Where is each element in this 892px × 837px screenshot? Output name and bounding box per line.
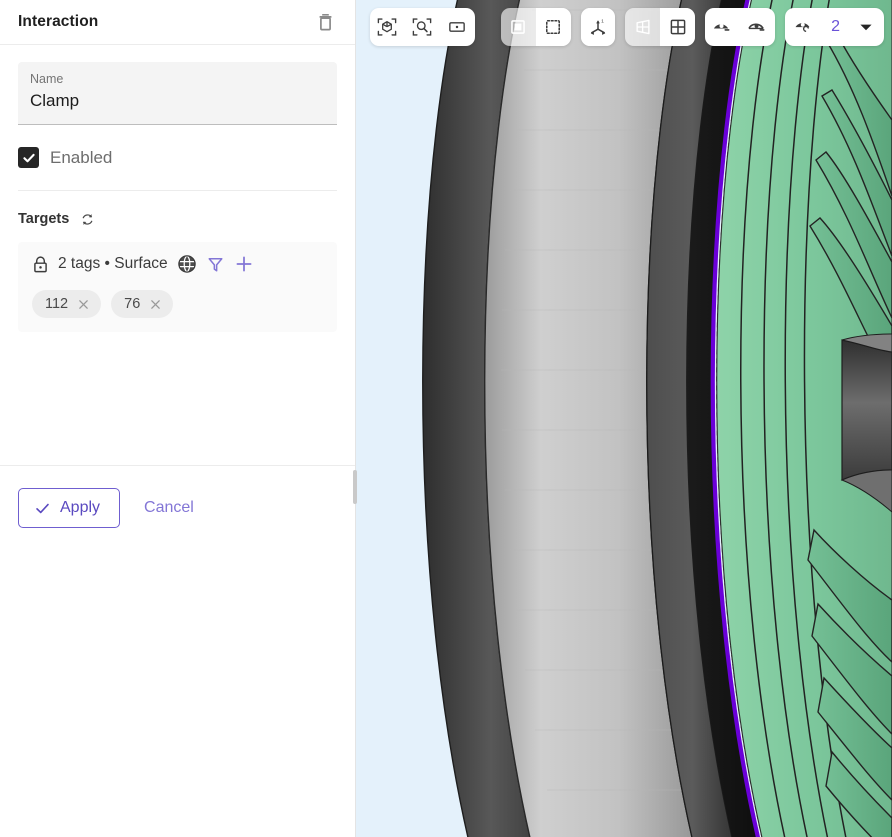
apply-button[interactable]: Apply bbox=[18, 488, 121, 528]
panel-body: Name Enabled Targets bbox=[0, 45, 355, 399]
solid-square-icon bbox=[511, 20, 526, 34]
3d-viewport[interactable]: 1 2 bbox=[356, 0, 892, 837]
interaction-panel: Interaction Name Clamp Enabled Targets 2… bbox=[0, 0, 357, 837]
close-icon bbox=[78, 299, 88, 309]
targets-header: Targets bbox=[18, 209, 337, 229]
chip-remove-button[interactable] bbox=[76, 297, 90, 311]
magnifier-frame-icon bbox=[413, 18, 432, 36]
cad-model-svg bbox=[356, 0, 892, 837]
target-chip-list: 112 76 bbox=[32, 290, 323, 318]
name-input[interactable] bbox=[30, 88, 325, 114]
dashed-square-icon bbox=[546, 19, 561, 35]
chip-remove-button[interactable] bbox=[148, 297, 162, 311]
panel-empty-space bbox=[0, 550, 355, 837]
axes-gizmo-button[interactable]: 1 bbox=[580, 8, 616, 46]
toolbar-group-layout-tools bbox=[625, 8, 696, 46]
name-field-wrap: Name bbox=[18, 62, 337, 125]
toolbar-group-axis-tools: 1 bbox=[580, 8, 616, 46]
view-level-icon-button[interactable] bbox=[785, 8, 825, 46]
hub-shaft bbox=[841, 339, 892, 481]
eye-icon bbox=[713, 23, 730, 31]
perspective-grid-icon bbox=[636, 19, 650, 35]
toolbar-group-selection-mode bbox=[500, 8, 571, 46]
fit-to-screen-button[interactable] bbox=[440, 8, 475, 46]
quad-grid-icon bbox=[670, 19, 686, 35]
name-field-label: Name bbox=[30, 72, 64, 86]
check-icon bbox=[22, 153, 35, 162]
delete-interaction-button[interactable] bbox=[311, 8, 339, 36]
fit-to-object-button[interactable] bbox=[370, 8, 405, 46]
hide-all-button[interactable] bbox=[740, 8, 775, 46]
lock-icon bbox=[34, 255, 47, 272]
enabled-checkbox-row[interactable]: Enabled bbox=[18, 147, 112, 168]
refresh-icon bbox=[82, 213, 93, 225]
panel-resize-handle[interactable] bbox=[353, 470, 357, 504]
close-icon bbox=[150, 299, 160, 309]
apply-button-label: Apply bbox=[60, 499, 101, 516]
target-chip[interactable]: 112 bbox=[32, 290, 102, 318]
targets-refresh-button[interactable] bbox=[77, 209, 97, 229]
cancel-button-label: Cancel bbox=[144, 499, 194, 516]
targets-filter-button[interactable] bbox=[206, 255, 225, 274]
globe-icon bbox=[177, 255, 196, 273]
cad-model-render bbox=[356, 0, 892, 837]
axes-icon: 1 bbox=[590, 19, 606, 35]
chevron-down-icon bbox=[860, 24, 872, 31]
box-select-dashed-button[interactable] bbox=[535, 8, 571, 46]
panel-header: Interaction bbox=[0, 0, 355, 45]
check-icon bbox=[36, 503, 49, 513]
name-field[interactable]: Name bbox=[18, 62, 337, 125]
toolbar-group-view-tools bbox=[370, 8, 475, 46]
view-level-value[interactable]: 2 bbox=[825, 18, 852, 36]
targets-lock-button[interactable] bbox=[32, 255, 49, 274]
chip-label: 112 bbox=[45, 296, 69, 312]
view-level-dropdown-button[interactable] bbox=[852, 8, 880, 46]
cube-frame-icon bbox=[378, 18, 397, 36]
zoom-to-selection-button[interactable] bbox=[405, 8, 440, 46]
box-select-solid-button[interactable] bbox=[501, 8, 536, 46]
targets-card: 2 tags • Surface 112 76 bbox=[18, 242, 337, 332]
target-chip[interactable]: 76 bbox=[111, 290, 174, 318]
targets-scope-button[interactable] bbox=[177, 254, 197, 274]
quad-grid-button[interactable] bbox=[660, 8, 696, 46]
chip-label: 76 bbox=[124, 296, 141, 312]
perspective-grid-button[interactable] bbox=[625, 8, 660, 46]
filter-icon bbox=[208, 257, 223, 272]
view-level-selector[interactable]: 2 bbox=[785, 8, 884, 46]
targets-title: Targets bbox=[18, 211, 70, 227]
rectangle-point-icon bbox=[449, 22, 466, 32]
targets-add-button[interactable] bbox=[234, 254, 254, 274]
svg-text:1: 1 bbox=[601, 19, 604, 25]
targets-summary: 2 tags • Surface bbox=[58, 255, 168, 272]
section-divider bbox=[18, 190, 337, 191]
eye-slash-icon bbox=[747, 23, 765, 31]
enabled-label: Enabled bbox=[50, 147, 113, 167]
panel-footer: Apply Cancel bbox=[0, 465, 355, 550]
toolbar-group-visibility-tools bbox=[705, 8, 776, 46]
viewport-toolbar: 1 2 bbox=[370, 8, 884, 46]
trash-icon bbox=[319, 14, 331, 31]
page-title: Interaction bbox=[18, 13, 99, 30]
plus-icon bbox=[236, 256, 252, 272]
enabled-checkbox[interactable] bbox=[18, 147, 39, 168]
app-root: Interaction Name Clamp Enabled Targets 2… bbox=[0, 0, 892, 837]
eye-refresh-icon bbox=[795, 22, 810, 32]
targets-summary-row: 2 tags • Surface bbox=[32, 254, 323, 274]
cancel-button[interactable]: Cancel bbox=[130, 488, 208, 528]
show-all-button[interactable] bbox=[705, 8, 740, 46]
